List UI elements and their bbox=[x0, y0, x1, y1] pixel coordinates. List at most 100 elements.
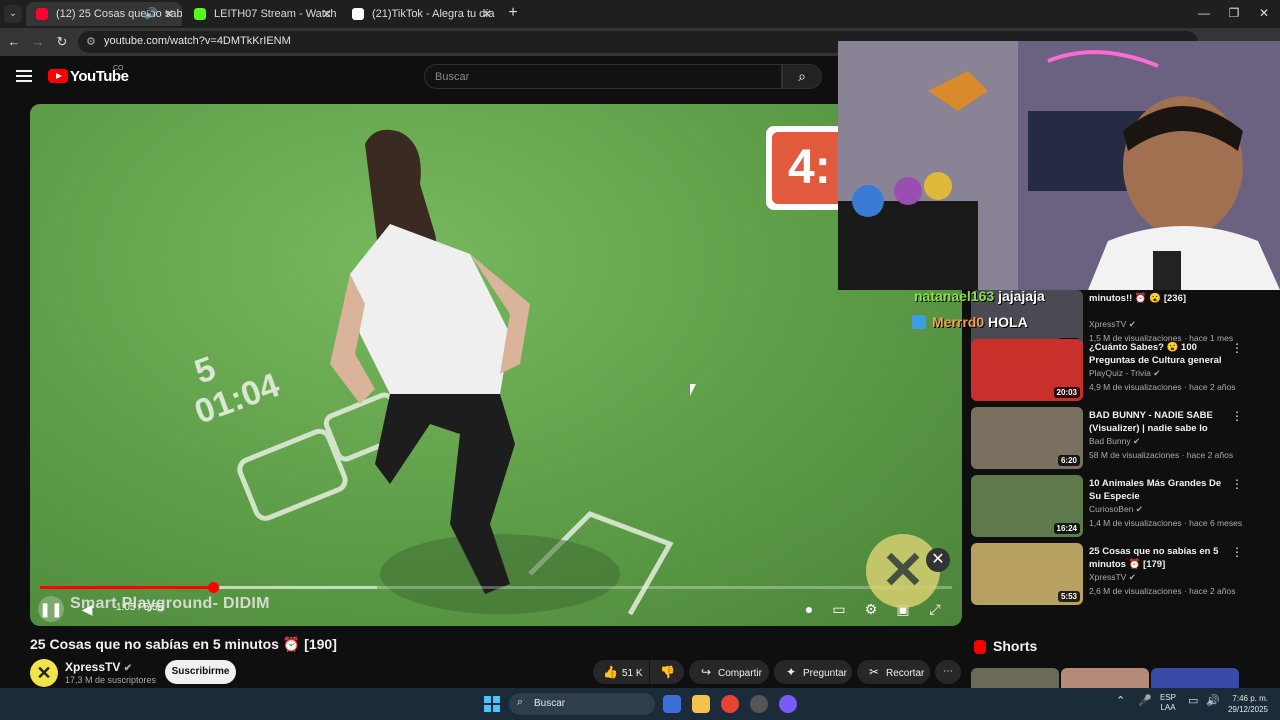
chat-text: HOLA bbox=[988, 314, 1028, 330]
more-actions-button[interactable]: ⋯ bbox=[935, 660, 961, 684]
chat-username: Merrrd0 bbox=[932, 314, 985, 330]
store-app-icon[interactable] bbox=[663, 695, 681, 713]
search-icon: ⌕ bbox=[517, 696, 524, 708]
video-thumbnail[interactable]: 16:24 bbox=[971, 475, 1083, 537]
verified-icon: ✔ bbox=[1153, 368, 1161, 378]
new-tab-button[interactable]: + bbox=[504, 4, 522, 22]
share-button[interactable]: ↪ Compartir bbox=[689, 660, 769, 684]
suggested-title[interactable]: ¿Cuánto Sabes? 😮 100 Preguntas de Cultur… bbox=[1089, 341, 1227, 367]
webcam-frame bbox=[838, 41, 1280, 290]
thumbs-up-icon: 👍 bbox=[603, 665, 618, 679]
suggested-channel[interactable]: CuriosoBen ✔ bbox=[1089, 504, 1143, 515]
video-player[interactable]: 5 01:04 4: Smart Playground- DIDIM ❚❚ ◀ … bbox=[30, 104, 962, 626]
close-window-icon[interactable]: ✕ bbox=[1256, 6, 1272, 20]
pause-button[interactable]: ❚❚ bbox=[38, 596, 64, 622]
suggested-channel-name: XpressTV bbox=[1089, 319, 1127, 329]
search-input[interactable] bbox=[435, 69, 765, 85]
close-tab-icon[interactable]: ✕ bbox=[482, 2, 492, 26]
tab-search-button[interactable]: ⌄ bbox=[4, 5, 22, 23]
clip-button[interactable]: ✂ Recortar bbox=[857, 660, 930, 684]
back-arrow-icon[interactable]: ← bbox=[6, 34, 22, 50]
scissors-icon: ✂ bbox=[868, 665, 880, 679]
network-icon[interactable]: ▭ bbox=[1188, 694, 1198, 707]
layout-text: LAA bbox=[1160, 703, 1176, 712]
tray-expand-icon[interactable]: ⌃ bbox=[1116, 694, 1125, 707]
suggested-channel[interactable]: XpressTV ✔ bbox=[1089, 572, 1136, 583]
speaker-icon[interactable]: 🔊 bbox=[1206, 694, 1220, 707]
like-button[interactable]: 👍 51 K bbox=[593, 660, 649, 684]
clock-date: 29/12/2025 bbox=[1227, 705, 1268, 714]
more-options-icon[interactable]: ⋮ bbox=[1231, 477, 1243, 491]
suggested-title[interactable]: 10 Animales Más Grandes De Su Especie bbox=[1089, 477, 1227, 503]
system-clock[interactable]: 7:46 p. m. 29/12/2025 bbox=[1222, 693, 1268, 715]
tab-tiktok[interactable]: (21)TikTok - Alegra tu día ✕ bbox=[342, 2, 500, 26]
suggested-title[interactable]: minutos!! ⏰ 😮 [236] bbox=[1089, 292, 1227, 305]
speaker-icon[interactable]: 🔊 bbox=[144, 2, 158, 26]
chrome-icon[interactable] bbox=[721, 695, 739, 713]
ask-button[interactable]: ✦ Preguntar bbox=[774, 660, 852, 684]
more-options-icon[interactable]: ⋮ bbox=[1231, 341, 1243, 355]
windows-taskbar: ⌕ Buscar ⌃ 🎤 ESP LAA ▭ 🔊 7:46 p. m. 29/12/… bbox=[0, 688, 1280, 720]
language-text: ESP bbox=[1160, 693, 1177, 702]
tab-kick[interactable]: LEITH07 Stream - Watch Live on ✕ bbox=[184, 2, 340, 26]
duration-badge: 5:53 bbox=[1057, 591, 1080, 602]
progress-bar[interactable] bbox=[40, 582, 952, 593]
autoplay-toggle[interactable]: ● bbox=[796, 596, 822, 622]
search-icon[interactable]: ⌕ bbox=[782, 64, 822, 89]
video-thumbnail[interactable]: 6:20 bbox=[971, 407, 1083, 469]
chat-text: jajajaja bbox=[998, 288, 1045, 304]
stream-overlay-x-icon: ✕ bbox=[866, 534, 940, 608]
minimize-icon[interactable]: — bbox=[1196, 6, 1212, 20]
country-code: CO bbox=[113, 65, 124, 72]
channel-name[interactable]: XpressTV ✔ bbox=[65, 660, 132, 674]
overlay-close-icon[interactable]: ✕ bbox=[926, 548, 950, 572]
suggested-meta: 1,4 M de visualizaciones · hace 6 meses bbox=[1089, 518, 1243, 528]
windows-start-icon[interactable] bbox=[484, 696, 500, 712]
time-display: 1:05 / 5:55 bbox=[116, 602, 164, 613]
suggested-video[interactable]: 20:03 ¿Cuánto Sabes? 😮 100 Preguntas de C… bbox=[971, 339, 1243, 401]
channel-avatar[interactable]: ✕ bbox=[30, 659, 58, 687]
suggested-title[interactable]: 25 Cosas que no sabías en 5 minutos ⏰ [1… bbox=[1089, 545, 1227, 571]
shorts-heading: Shorts bbox=[993, 638, 1038, 654]
girl-figure bbox=[330, 129, 620, 614]
menu-icon[interactable] bbox=[16, 70, 32, 82]
suggested-channel[interactable]: PlayQuiz - Trivia ✔ bbox=[1089, 368, 1160, 379]
verified-icon: ✔ bbox=[123, 663, 133, 674]
more-options-icon[interactable]: ⋮ bbox=[1231, 545, 1243, 559]
dislike-button[interactable]: 👎 bbox=[650, 660, 684, 684]
more-options-icon[interactable]: ⋮ bbox=[1231, 409, 1243, 423]
tab-title: (21)TikTok - Alegra tu día bbox=[372, 8, 495, 20]
obs-icon[interactable] bbox=[750, 695, 768, 713]
tab-youtube[interactable]: (12) 25 Cosas que no sabías en 🔊 ✕ bbox=[26, 2, 182, 26]
suggested-video[interactable]: 6:20 BAD BUNNY - NADIE SABE (Visualizer) … bbox=[971, 407, 1243, 469]
subtitles-icon[interactable]: ▭ bbox=[826, 596, 852, 622]
suggested-meta: 58 M de visualizaciones · hace 2 años bbox=[1089, 450, 1234, 460]
suggested-channel[interactable]: XpressTV ✔ bbox=[1089, 319, 1136, 330]
clip-label: Recortar bbox=[886, 668, 925, 679]
volume-icon[interactable]: ◀ bbox=[74, 596, 100, 622]
youtube-play-icon bbox=[48, 69, 68, 83]
forward-arrow-icon[interactable]: → bbox=[30, 34, 46, 50]
suggested-meta: 2,6 M de visualizaciones · hace 2 años bbox=[1089, 586, 1236, 596]
suggested-channel-name: CuriosoBen bbox=[1089, 504, 1134, 514]
share-icon: ↪ bbox=[700, 665, 712, 679]
taskbar-search[interactable]: ⌕ Buscar bbox=[509, 693, 655, 715]
video-thumbnail[interactable]: 20:03 bbox=[971, 339, 1083, 401]
microphone-icon[interactable]: 🎤 bbox=[1138, 694, 1152, 707]
file-explorer-icon[interactable] bbox=[692, 695, 710, 713]
suggested-title[interactable]: BAD BUNNY - NADIE SABE (Visualizer) | na… bbox=[1089, 409, 1227, 435]
suggested-channel[interactable]: Bad Bunny ✔ bbox=[1089, 436, 1140, 447]
app-icon[interactable] bbox=[779, 695, 797, 713]
more-icon: ⋯ bbox=[943, 666, 953, 677]
suggested-video[interactable]: 16:24 10 Animales Más Grandes De Su Espec… bbox=[971, 475, 1243, 537]
suggested-video[interactable]: 5:53 25 Cosas que no sabías en 5 minutos … bbox=[971, 543, 1243, 605]
video-thumbnail[interactable]: 5:53 bbox=[971, 543, 1083, 605]
close-tab-icon[interactable]: ✕ bbox=[322, 2, 332, 26]
subscribe-button[interactable]: Suscribirme bbox=[165, 660, 236, 684]
reload-icon[interactable]: ↻ bbox=[54, 34, 70, 50]
chat-username: natanael163 bbox=[914, 288, 995, 304]
close-tab-icon[interactable]: ✕ bbox=[164, 2, 174, 26]
language-indicator[interactable]: ESP LAA bbox=[1160, 693, 1176, 713]
restore-icon[interactable]: ❐ bbox=[1226, 6, 1242, 20]
site-info-icon[interactable]: ⚙ bbox=[86, 35, 96, 48]
